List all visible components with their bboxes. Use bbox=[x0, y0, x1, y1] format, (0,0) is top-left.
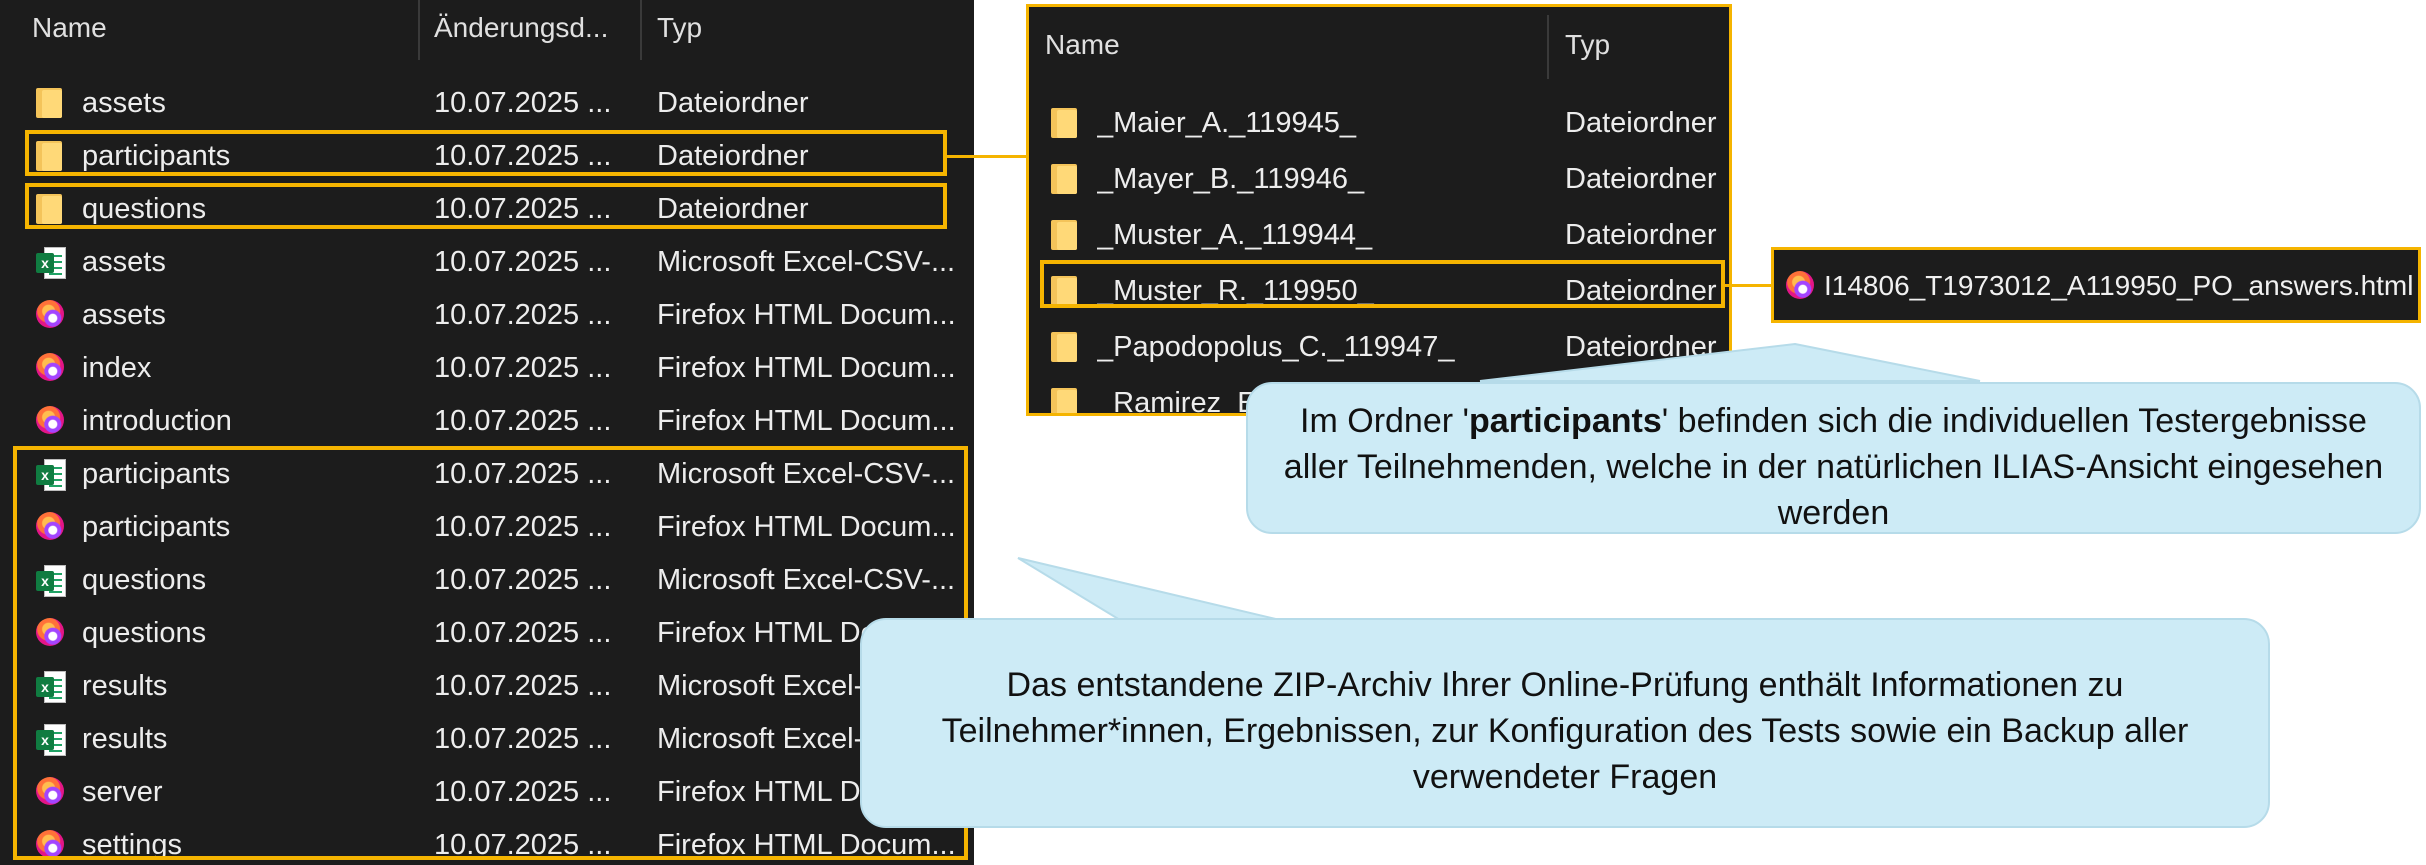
folder-type: Dateiordner bbox=[1565, 163, 1717, 195]
file-date: 10.07.2025 ... bbox=[434, 405, 612, 437]
folder-row[interactable]: _Maier_A._119945_ Dateiordner bbox=[1029, 97, 1729, 149]
firefox-html-icon bbox=[36, 300, 64, 328]
collapse-chevron-icon[interactable]: ⌃ bbox=[1275, 7, 1290, 20]
file-type: Firefox HTML Docum... bbox=[657, 352, 956, 384]
folder-icon bbox=[1051, 332, 1077, 362]
folder-icon bbox=[1051, 108, 1077, 138]
firefox-html-icon bbox=[36, 406, 64, 434]
file-type: Microsoft Excel-CSV-... bbox=[657, 246, 956, 278]
file-name: assets bbox=[82, 299, 166, 331]
file-name: assets bbox=[82, 246, 166, 278]
callout-participants-bold: participants bbox=[1469, 402, 1662, 440]
folder-icon bbox=[1051, 388, 1077, 413]
file-name: index bbox=[82, 352, 152, 384]
folder-icon bbox=[36, 88, 62, 118]
file-row[interactable]: assets 10.07.2025 ... Dateiordner bbox=[0, 77, 974, 129]
file-date: 10.07.2025 ... bbox=[434, 87, 612, 119]
file-type: Firefox HTML Docum... bbox=[657, 405, 956, 437]
folder-row[interactable]: _Mayer_B._119946_ Dateiordner bbox=[1029, 153, 1729, 205]
callout-participants-prefix: Im Ordner ' bbox=[1300, 402, 1470, 440]
firefox-html-icon bbox=[36, 353, 64, 381]
highlight-export-files bbox=[13, 446, 968, 860]
answers-file-name[interactable]: I14806_T1973012_A119950_PO_answers.html bbox=[1824, 260, 2413, 312]
file-row[interactable]: index 10.07.2025 ... Firefox HTML Docum... bbox=[0, 342, 974, 394]
excel-csv-icon: x bbox=[36, 247, 66, 279]
file-date: 10.07.2025 ... bbox=[434, 246, 612, 278]
column-header-type[interactable]: Typ bbox=[1565, 17, 1610, 77]
file-row[interactable]: assets 10.07.2025 ... Firefox HTML Docum..… bbox=[0, 289, 974, 341]
column-header-date[interactable]: Änderungsd... bbox=[434, 0, 608, 60]
file-name: assets bbox=[82, 87, 166, 119]
file-type: Firefox HTML Docum... bbox=[657, 299, 956, 331]
folder-name: _Muster_A._119944_ bbox=[1097, 219, 1373, 251]
column-header-name[interactable]: Name bbox=[32, 0, 107, 60]
connector-line bbox=[1724, 284, 1774, 287]
column-header-type[interactable]: Typ bbox=[657, 0, 702, 60]
callout-zip-text: Das entstandene ZIP-Archiv Ihrer Online-… bbox=[941, 666, 2189, 796]
file-row[interactable]: introduction 10.07.2025 ... Firefox HTML D… bbox=[0, 395, 974, 447]
folder-icon bbox=[1051, 220, 1077, 250]
folder-icon bbox=[1051, 164, 1077, 194]
answers-file-panel: I14806_T1973012_A119950_PO_answers.html bbox=[1771, 247, 2421, 323]
connector-line bbox=[947, 155, 1027, 158]
folder-row[interactable]: _Muster_A._119944_ Dateiordner bbox=[1029, 209, 1729, 261]
firefox-html-icon bbox=[1786, 271, 1814, 299]
file-row[interactable]: x assets 10.07.2025 ... Microsoft Excel-CSV… bbox=[0, 236, 974, 288]
column-header-name[interactable]: Name bbox=[1045, 17, 1120, 77]
highlight-questions-folder bbox=[25, 183, 947, 229]
folder-type: Dateiordner bbox=[1565, 219, 1717, 251]
callout-participants: Im Ordner 'participants' befinden sich d… bbox=[1246, 382, 2421, 534]
highlight-muster-r-folder bbox=[1040, 260, 1725, 308]
file-name: introduction bbox=[82, 405, 232, 437]
column-separator[interactable] bbox=[640, 0, 642, 60]
folder-name: _Mayer_B._119946_ bbox=[1097, 163, 1365, 195]
file-type: Dateiordner bbox=[657, 87, 809, 119]
column-separator[interactable] bbox=[1547, 15, 1549, 79]
callout-zip-archive: Das entstandene ZIP-Archiv Ihrer Online-… bbox=[860, 618, 2270, 828]
column-separator[interactable] bbox=[418, 0, 420, 60]
folder-name: _Maier_A._119945_ bbox=[1097, 107, 1357, 139]
file-date: 10.07.2025 ... bbox=[434, 352, 612, 384]
folder-type: Dateiordner bbox=[1565, 107, 1717, 139]
file-date: 10.07.2025 ... bbox=[434, 299, 612, 331]
highlight-participants-folder bbox=[25, 130, 947, 176]
